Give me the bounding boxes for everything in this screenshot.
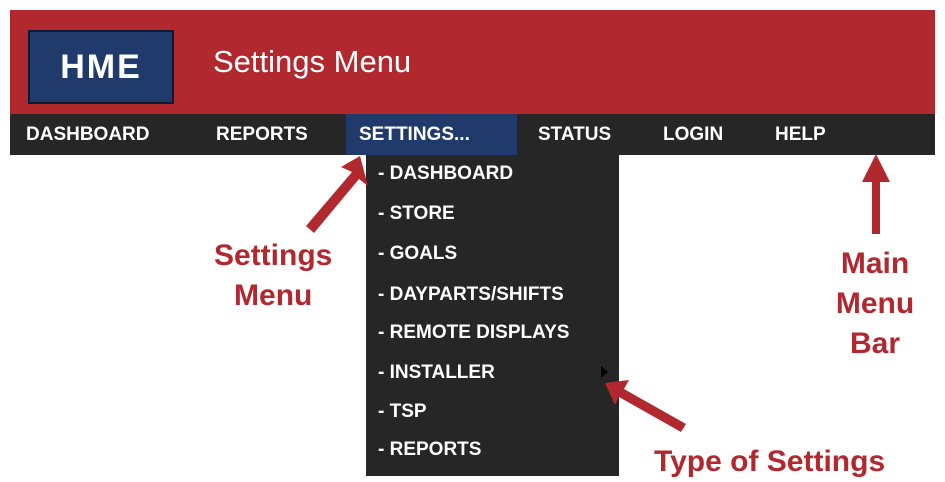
installer-arrow-icon <box>605 380 686 432</box>
main-menu-arrow-icon <box>862 154 890 234</box>
main-menu-bar-annotation: Main Menu Bar <box>820 244 930 364</box>
settings-menu-annotation-line1: Settings <box>214 239 333 272</box>
type-of-settings-annotation: Type of Settings <box>654 445 886 478</box>
main-menu-bar-annotation-line3: Bar <box>849 327 901 360</box>
settings-menu-annotation-line2: Menu <box>234 279 313 312</box>
main-menu-bar-annotation-line2: Menu <box>835 287 915 320</box>
main-menu-bar-annotation-line1: Main <box>840 247 910 280</box>
settings-arrow-icon <box>306 156 368 233</box>
annotation-arrows <box>306 154 890 432</box>
settings-menu-annotation: Settings Menu <box>214 236 332 316</box>
